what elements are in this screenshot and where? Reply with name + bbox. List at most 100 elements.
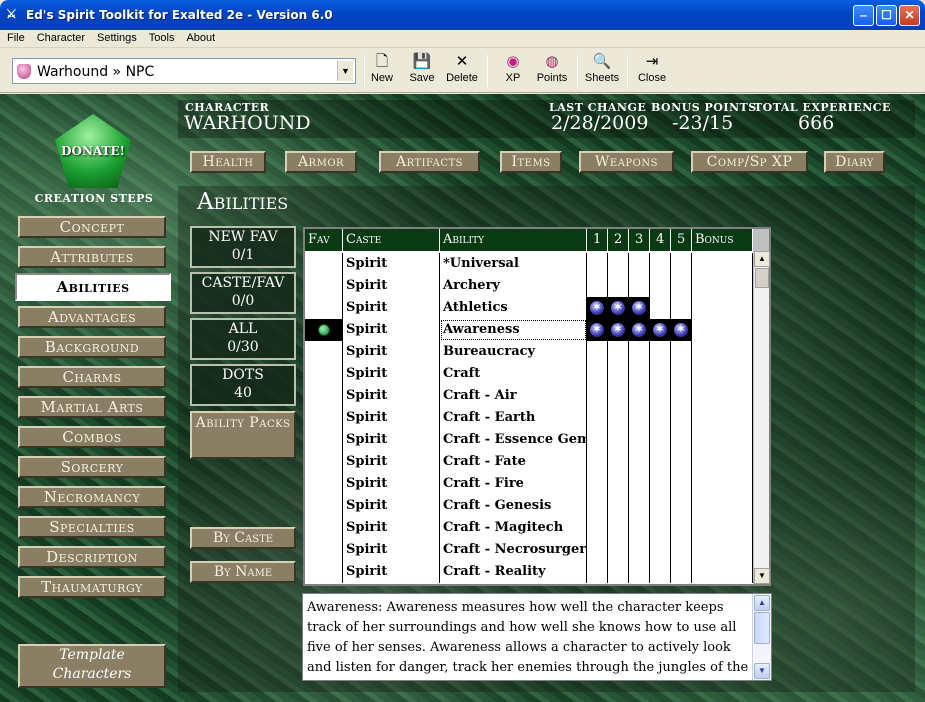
ability-cell[interactable]: Craft - Necrosurgery: [440, 539, 587, 561]
ability-cell[interactable]: Bureaucracy: [440, 341, 587, 363]
ability-cell[interactable]: Craft - Fate: [440, 451, 587, 473]
dot-cell[interactable]: [629, 275, 650, 297]
nav-sorcery[interactable]: Sorcery: [18, 456, 166, 478]
dot-cell[interactable]: [671, 495, 692, 517]
dot-cell[interactable]: [608, 385, 629, 407]
dot-cell[interactable]: [587, 429, 608, 451]
fav-cell[interactable]: [305, 341, 343, 363]
dot-cell[interactable]: ✶: [650, 319, 671, 341]
dot-cell[interactable]: [671, 275, 692, 297]
dot-cell[interactable]: [587, 561, 608, 583]
table-row[interactable]: Spirit Craft - Earth: [305, 407, 753, 429]
dot-cell[interactable]: [587, 275, 608, 297]
dot-cell[interactable]: ✶: [629, 319, 650, 341]
fav-cell[interactable]: [305, 429, 343, 451]
artifacts-button[interactable]: Artifacts: [379, 151, 480, 173]
ability-cell[interactable]: Archery: [440, 275, 587, 297]
xp-button[interactable]: ◉ XP: [491, 52, 535, 90]
table-row[interactable]: Spirit Craft - Genesis: [305, 495, 753, 517]
save-button[interactable]: 💾 Save: [400, 52, 444, 90]
nav-martial-arts[interactable]: Martial Arts: [18, 396, 166, 418]
dot-cell[interactable]: [629, 407, 650, 429]
dot-cell[interactable]: [650, 407, 671, 429]
by-name-button[interactable]: By Name: [190, 561, 296, 583]
dot-cell[interactable]: ✶: [587, 297, 608, 319]
dot-cell[interactable]: [629, 539, 650, 561]
ability-cell[interactable]: Craft - Magitech: [440, 517, 587, 539]
bonus-cell[interactable]: [692, 275, 753, 297]
nav-specialties[interactable]: Specialties: [18, 516, 166, 538]
table-row[interactable]: Spirit Craft - Air: [305, 385, 753, 407]
table-row[interactable]: Spirit Archery: [305, 275, 753, 297]
dot-cell[interactable]: [650, 561, 671, 583]
armor-button[interactable]: Armor: [285, 151, 357, 173]
menu-tools[interactable]: Tools: [142, 30, 180, 44]
ability-packs-button[interactable]: Ability Packs: [190, 411, 296, 459]
col-fav[interactable]: Fav: [305, 229, 343, 251]
dot-cell[interactable]: [587, 407, 608, 429]
dot-cell[interactable]: ✶: [608, 297, 629, 319]
template-characters-button[interactable]: Template Characters: [18, 644, 166, 688]
comp-sp-xp-button[interactable]: Comp/Sp XP: [691, 151, 808, 173]
ability-cell[interactable]: Craft - Earth: [440, 407, 587, 429]
fav-cell[interactable]: [305, 407, 343, 429]
menu-settings[interactable]: Settings: [90, 30, 142, 44]
table-row[interactable]: Spirit Craft - Essence Gem: [305, 429, 753, 451]
dot-cell[interactable]: [608, 561, 629, 583]
dot-cell[interactable]: [629, 429, 650, 451]
diary-button[interactable]: Diary: [824, 151, 885, 173]
fav-cell[interactable]: [305, 319, 343, 341]
dot-cell[interactable]: [587, 385, 608, 407]
by-caste-button[interactable]: By Caste: [190, 527, 296, 549]
points-button[interactable]: ◍ Points: [530, 52, 574, 90]
scroll-thumb[interactable]: [755, 268, 769, 288]
ability-cell[interactable]: Craft - Essence Gem: [440, 429, 587, 451]
close-window-button[interactable]: ✕: [899, 5, 920, 26]
scroll-down-arrow-icon[interactable]: ▼: [754, 568, 770, 584]
items-button[interactable]: Items: [500, 151, 562, 173]
close-button[interactable]: ⇥ Close: [630, 52, 674, 90]
fav-cell[interactable]: [305, 517, 343, 539]
minimize-button[interactable]: ‒: [853, 5, 874, 26]
dot-cell[interactable]: [629, 495, 650, 517]
table-row[interactable]: Spirit Craft - Necrosurgery: [305, 539, 753, 561]
bonus-cell[interactable]: [692, 495, 753, 517]
dot-cell[interactable]: [587, 451, 608, 473]
description-scrollbar[interactable]: ▲ ▼: [752, 594, 771, 680]
dot-cell[interactable]: [608, 429, 629, 451]
donate-button[interactable]: DONATE!: [48, 114, 138, 188]
table-row[interactable]: Spirit Bureaucracy: [305, 341, 753, 363]
dot-cell[interactable]: [629, 451, 650, 473]
dot-cell[interactable]: [608, 407, 629, 429]
dot-cell[interactable]: [629, 341, 650, 363]
dot-cell[interactable]: [608, 363, 629, 385]
new-button[interactable]: 🗋 New: [360, 52, 404, 90]
table-row[interactable]: Spirit *Universal: [305, 253, 753, 275]
dot-cell[interactable]: ✶: [671, 319, 692, 341]
bonus-cell[interactable]: [692, 297, 753, 319]
dot-cell[interactable]: [629, 473, 650, 495]
dot-cell[interactable]: ✶: [629, 297, 650, 319]
nav-charms[interactable]: Charms: [18, 366, 166, 388]
ability-cell[interactable]: Athletics: [440, 297, 587, 319]
nav-combos[interactable]: Combos: [18, 426, 166, 448]
dot-cell[interactable]: [671, 429, 692, 451]
dot-cell[interactable]: [650, 385, 671, 407]
dot-cell[interactable]: [629, 253, 650, 275]
dot-cell[interactable]: [650, 517, 671, 539]
ability-cell[interactable]: *Universal: [440, 253, 587, 275]
nav-thaumaturgy[interactable]: Thaumaturgy: [18, 576, 166, 598]
scroll-up-arrow-icon[interactable]: ▲: [754, 251, 770, 267]
dot-cell[interactable]: [629, 561, 650, 583]
scroll-up-arrow-icon[interactable]: ▲: [754, 595, 770, 611]
dot-cell[interactable]: ✶: [587, 319, 608, 341]
dot-cell[interactable]: [650, 495, 671, 517]
bonus-cell[interactable]: [692, 253, 753, 275]
bonus-cell[interactable]: [692, 429, 753, 451]
scroll-thumb[interactable]: [754, 612, 770, 644]
table-row[interactable]: Spirit Athletics ✶ ✶ ✶: [305, 297, 753, 319]
grid-scrollbar[interactable]: ▲ ▼: [753, 251, 770, 584]
col-caste[interactable]: Caste: [343, 229, 440, 251]
fav-cell[interactable]: [305, 297, 343, 319]
nav-attributes[interactable]: Attributes: [18, 246, 166, 268]
